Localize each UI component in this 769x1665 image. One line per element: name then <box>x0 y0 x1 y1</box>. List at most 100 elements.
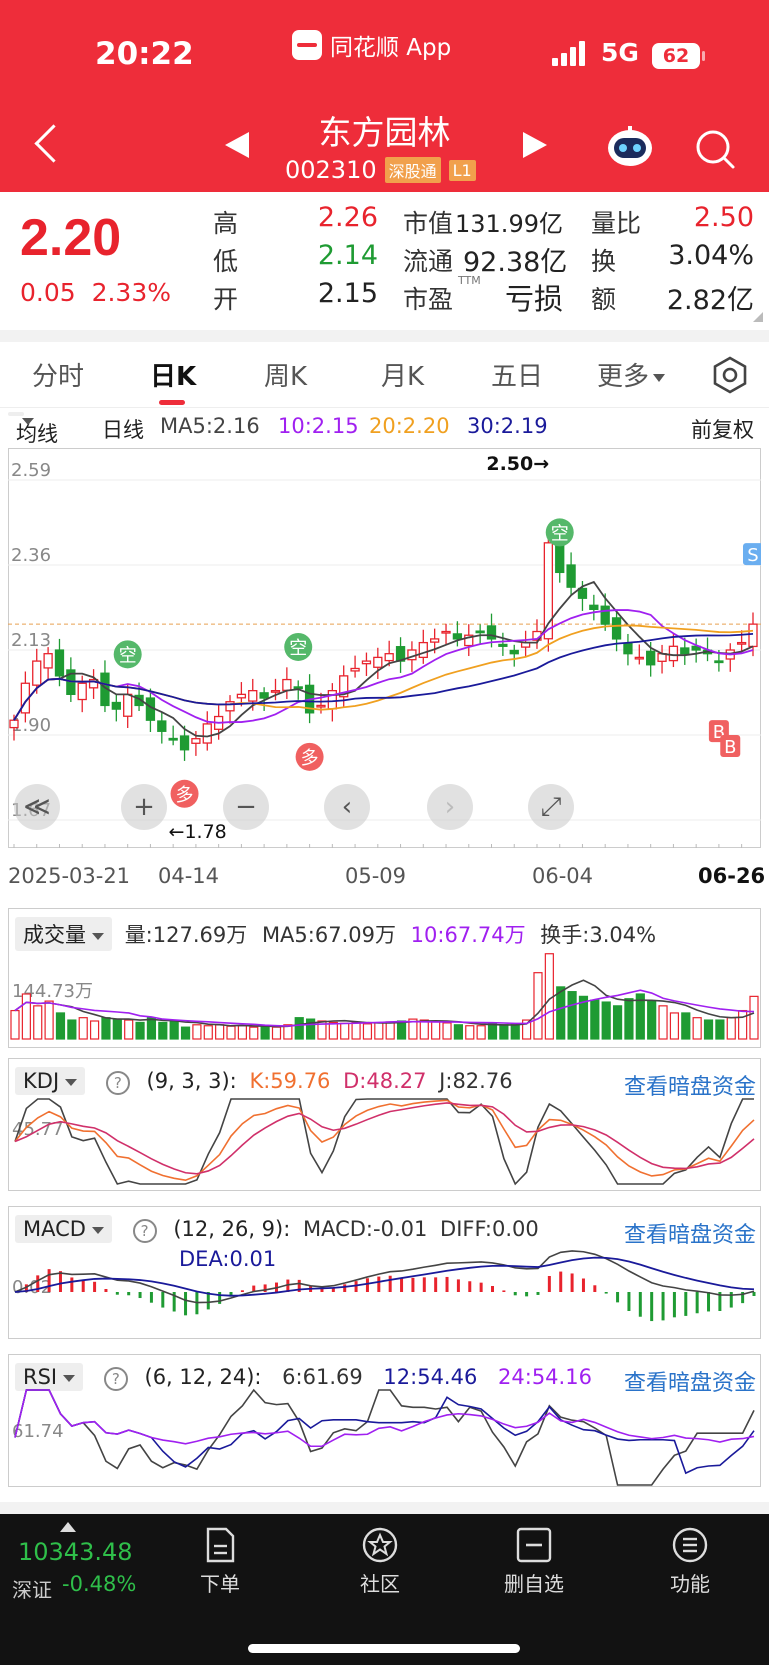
app-logo-icon <box>292 30 322 60</box>
volume-bar <box>442 1022 452 1040</box>
candle-body <box>157 720 167 732</box>
expand-corner-icon[interactable] <box>753 312 763 322</box>
candle-body <box>293 686 303 690</box>
ma5-label: MA5:2.16 <box>160 414 260 438</box>
macd-panel[interactable]: MACD ? (12, 26, 9): MACD:-0.01 DIFF:0.00… <box>8 1206 761 1339</box>
low-label: 低 <box>213 247 239 276</box>
status-app-label: 同花顺 App <box>330 35 452 61</box>
candle-body <box>179 735 190 751</box>
active-tab-indicator <box>159 400 185 405</box>
volume-bar <box>590 999 600 1040</box>
volume-bar <box>601 1001 611 1040</box>
date-tick: 05-09 <box>345 864 407 888</box>
volume-bar <box>647 1000 657 1040</box>
nav-functions[interactable]: 功能 <box>640 1526 740 1597</box>
hexagon-settings-icon[interactable] <box>710 355 750 395</box>
zoom-out-icon[interactable]: − <box>223 784 269 830</box>
double-left-icon[interactable]: ≪ <box>14 784 60 830</box>
ma20-label: 20:2.20 <box>369 414 450 438</box>
volume-bar <box>226 1025 236 1040</box>
rsi-panel[interactable]: RSI ? (6, 12, 24): 6:61.69 12:54.46 24:5… <box>8 1354 761 1487</box>
volume-bar <box>431 1021 441 1040</box>
candle-body <box>611 617 622 640</box>
candle-body <box>452 633 463 640</box>
candle-body <box>498 643 508 647</box>
candle-body <box>32 660 42 686</box>
float-label: 流通 <box>403 247 454 276</box>
volume-bar <box>180 1026 191 1040</box>
volume-bar <box>499 1024 509 1040</box>
volume-bar <box>112 1018 122 1040</box>
next-stock-button[interactable] <box>523 132 547 158</box>
tab-weekly-k[interactable]: 周K <box>264 356 307 393</box>
volume-bar <box>10 1009 20 1040</box>
kdj-panel[interactable]: KDJ ? (9, 3, 3): K:59.76 D:48.27 J:82.76… <box>8 1058 761 1191</box>
mktcap-value: 131.99亿 <box>455 210 563 238</box>
chevron-right-icon[interactable]: › <box>427 784 473 830</box>
price-change-pct: 2.33% <box>91 278 171 307</box>
candle-body <box>43 653 53 669</box>
status-app[interactable]: 同花顺 App <box>292 28 451 62</box>
signal-icon <box>552 40 585 66</box>
volume-bar <box>260 1026 270 1040</box>
index-value[interactable]: 10343.48 <box>18 1538 133 1566</box>
fullscreen-icon[interactable]: ⤢ <box>528 784 574 830</box>
max-price-annotation: 2.50→ <box>486 453 549 475</box>
signal-label: 多 <box>301 748 319 769</box>
pe-label: 市盈 <box>403 285 454 314</box>
nav-order[interactable]: 下单 <box>170 1526 270 1597</box>
volume-bar <box>703 1019 714 1040</box>
tab-more-label: 更多 <box>597 362 650 392</box>
period-tabs: 分时 日K 周K 月K 五日 更多 <box>0 342 769 408</box>
volume-bar <box>249 1026 259 1040</box>
volume-bar <box>533 972 543 1040</box>
volume-bar <box>44 1000 54 1040</box>
expand-up-icon[interactable] <box>60 1522 76 1532</box>
volume-bar <box>738 1009 748 1040</box>
tab-intraday[interactable]: 分时 <box>32 356 84 393</box>
candle-body <box>191 738 201 744</box>
candle-body <box>577 587 588 599</box>
candle-body <box>270 690 281 693</box>
candle-body <box>623 642 633 655</box>
zoom-in-icon[interactable]: + <box>121 784 167 830</box>
robot-assistant-icon[interactable] <box>606 124 654 168</box>
candle-body <box>248 690 258 702</box>
tab-five-day[interactable]: 五日 <box>491 356 543 393</box>
kdj-chart: 45.77 <box>12 1098 755 1186</box>
ma-legend-row: 均线 日线 MA5:2.16 10:2.15 20:2.20 30:2.19 前… <box>0 408 769 448</box>
volume-bar <box>692 1017 702 1040</box>
signal-label: 空 <box>289 638 307 659</box>
volume-bar <box>510 1024 520 1040</box>
tab-more[interactable]: 更多 <box>597 356 666 393</box>
candle-body <box>680 647 690 655</box>
volume-bar <box>89 1020 100 1040</box>
signal-label: S <box>747 545 758 566</box>
chevron-left-icon[interactable]: ‹ <box>324 784 370 830</box>
tab-monthly-k[interactable]: 月K <box>381 356 424 393</box>
mktcap-label: 市值 <box>403 209 454 238</box>
ma30-label: 30:2.19 <box>467 414 548 438</box>
volume-bar <box>328 1021 338 1040</box>
volume-bar <box>658 1005 668 1040</box>
chevron-down-icon <box>653 373 666 382</box>
nav-remove-watchlist[interactable]: 删自选 <box>484 1526 584 1597</box>
candle-body <box>668 645 679 662</box>
tab-daily-k[interactable]: 日K <box>150 356 196 393</box>
volume-bar <box>362 1023 373 1040</box>
adjust-button[interactable]: 前复权 <box>691 414 754 444</box>
candle-body <box>589 604 599 610</box>
candle-body <box>486 625 497 640</box>
order-doc-icon <box>206 1527 235 1563</box>
pe-value: 亏损 <box>505 282 564 316</box>
volume-panel[interactable]: 成交量 量:127.69万 MA5:67.09万 10:67.74万 换手:3.… <box>8 908 761 1048</box>
volume-bar <box>726 1017 736 1040</box>
volume-bar <box>567 991 577 1040</box>
volume-bar <box>465 1025 475 1040</box>
indicator-selector[interactable]: 均线 <box>8 412 58 446</box>
volume-bar <box>624 998 634 1040</box>
nav-community-label: 社区 <box>360 1572 400 1596</box>
search-icon[interactable] <box>694 128 736 170</box>
index-name: 深证 <box>12 1578 52 1602</box>
nav-community[interactable]: 社区 <box>330 1526 430 1597</box>
